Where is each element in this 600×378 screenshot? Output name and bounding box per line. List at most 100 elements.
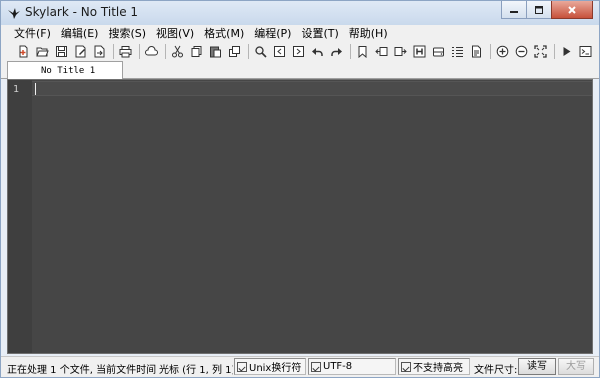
minimize-button[interactable]: [501, 1, 527, 19]
zoom-in-button[interactable]: [494, 43, 511, 60]
line-ending-icon: [237, 361, 247, 372]
menu-settings[interactable]: 设置(T): [296, 25, 343, 41]
undo-button[interactable]: [309, 43, 326, 60]
save-as-button[interactable]: [72, 43, 89, 60]
search-icon: [255, 45, 267, 58]
find-next-icon: [293, 45, 304, 57]
line-ending-label: Unix换行符 (\: [249, 363, 306, 374]
document-text-icon: [472, 45, 481, 57]
fullscreen-button[interactable]: [532, 43, 549, 60]
menu-programming[interactable]: 编程(P): [249, 25, 296, 41]
fullscreen-icon: [534, 44, 547, 58]
terminal-icon: [579, 45, 592, 57]
find-next-button[interactable]: [290, 43, 307, 60]
print-button[interactable]: [117, 43, 134, 60]
status-processing-text: 正在处理 1 个文件, 当前文件时间: [7, 365, 157, 376]
window-controls: [501, 1, 593, 19]
toolbar-separator: [248, 43, 249, 59]
tab-strip: No Title 1: [1, 61, 599, 80]
status-syntax-highlight[interactable]: 不支持高亮: [398, 358, 470, 375]
redo-icon: [331, 47, 342, 56]
zoom-out-button[interactable]: [513, 43, 530, 60]
close-button[interactable]: [551, 1, 593, 19]
menu-search[interactable]: 搜索(S): [103, 25, 151, 41]
menu-edit[interactable]: 编辑(E): [56, 25, 104, 41]
menu-format[interactable]: 格式(M): [199, 25, 249, 41]
paste-button[interactable]: [207, 43, 224, 60]
status-bar: 正在处理 1 个文件, 当前文件时间 光标 (行 1, 列 1) Unix换行符…: [1, 356, 599, 377]
open-file-button[interactable]: [34, 43, 51, 60]
hard-disk-icon: [433, 47, 444, 56]
skylark-bird-icon: [8, 8, 20, 19]
menu-file[interactable]: 文件(F): [9, 25, 56, 41]
heading-icon: [413, 45, 426, 57]
toolbar-separator: [113, 43, 114, 59]
menu-help[interactable]: 帮助(H): [344, 25, 393, 41]
encoding-label: UTF-8: [323, 361, 353, 372]
next-bookmark-button[interactable]: [392, 43, 409, 60]
save-as-icon: [75, 45, 86, 57]
redo-button[interactable]: [328, 43, 345, 60]
new-file-button[interactable]: [15, 43, 32, 60]
header-format-button[interactable]: [411, 43, 428, 60]
menu-view[interactable]: 视图(V): [151, 25, 199, 41]
read-write-button[interactable]: 读写: [518, 358, 556, 375]
cloud-icon: [145, 45, 158, 55]
maximize-icon: [535, 5, 543, 14]
close-icon: [568, 5, 576, 14]
disk-button[interactable]: [430, 43, 447, 60]
toolbar-separator: [139, 43, 140, 59]
folder-open-icon: [36, 47, 49, 56]
line-number-gutter: 1: [8, 80, 32, 353]
highlight-icon: [401, 361, 411, 372]
paste-icon: [210, 46, 221, 57]
cut-button[interactable]: [169, 43, 186, 60]
find-previous-button[interactable]: [271, 43, 288, 60]
code-editor[interactable]: 1: [7, 79, 593, 354]
list-button[interactable]: [449, 43, 466, 60]
duplicate-button[interactable]: [226, 43, 243, 60]
toolbar-separator: [554, 43, 555, 59]
duplicate-icon: [229, 45, 240, 57]
status-line-ending[interactable]: Unix换行符 (\: [234, 358, 306, 375]
scissors-icon: [172, 45, 183, 57]
text-caret: [35, 83, 36, 95]
status-encoding[interactable]: UTF-8: [308, 358, 396, 375]
encoding-icon: [311, 361, 321, 372]
find-button[interactable]: [252, 43, 269, 60]
tab-label: No Title 1: [41, 66, 96, 76]
document-button[interactable]: [468, 43, 485, 60]
caps-lock-indicator: 大写: [558, 358, 594, 375]
print-icon: [119, 45, 132, 57]
highlight-label: 不支持高亮: [413, 363, 463, 374]
save-icon: [56, 45, 67, 57]
save-button[interactable]: [53, 43, 70, 60]
undo-icon: [312, 47, 323, 56]
play-icon: [563, 46, 571, 56]
find-previous-icon: [274, 45, 285, 57]
title-bar[interactable]: Skylark - No Title 1: [1, 1, 599, 25]
app-window: Skylark - No Title 1 文件(F) 编辑(E) 搜索(S) 视…: [0, 0, 600, 378]
current-line-highlight: [32, 81, 592, 96]
copy-button[interactable]: [188, 43, 205, 60]
zoom-in-icon: [496, 45, 509, 57]
bookmark-icon: [358, 45, 367, 58]
list-icon: [452, 46, 463, 57]
bookmark-button[interactable]: [354, 43, 371, 60]
zoom-out-icon: [515, 45, 528, 57]
previous-bookmark-button[interactable]: [373, 43, 390, 60]
toolbar-separator: [490, 43, 491, 59]
document-export-icon: [94, 45, 105, 57]
tab-no-title-1[interactable]: No Title 1: [7, 61, 123, 80]
menu-bar: 文件(F) 编辑(E) 搜索(S) 视图(V) 格式(M) 编程(P) 设置(T…: [1, 25, 599, 41]
cloud-button[interactable]: [143, 43, 160, 60]
line-number: 1: [13, 84, 20, 95]
window-title: Skylark - No Title 1: [25, 5, 139, 19]
new-file-icon: [19, 45, 28, 57]
terminal-button[interactable]: [577, 43, 594, 60]
run-button[interactable]: [558, 43, 575, 60]
toolbar: [1, 41, 599, 61]
maximize-button[interactable]: [526, 1, 552, 19]
status-file-size: 文件尺寸:: [474, 365, 518, 376]
export-button[interactable]: [91, 43, 108, 60]
